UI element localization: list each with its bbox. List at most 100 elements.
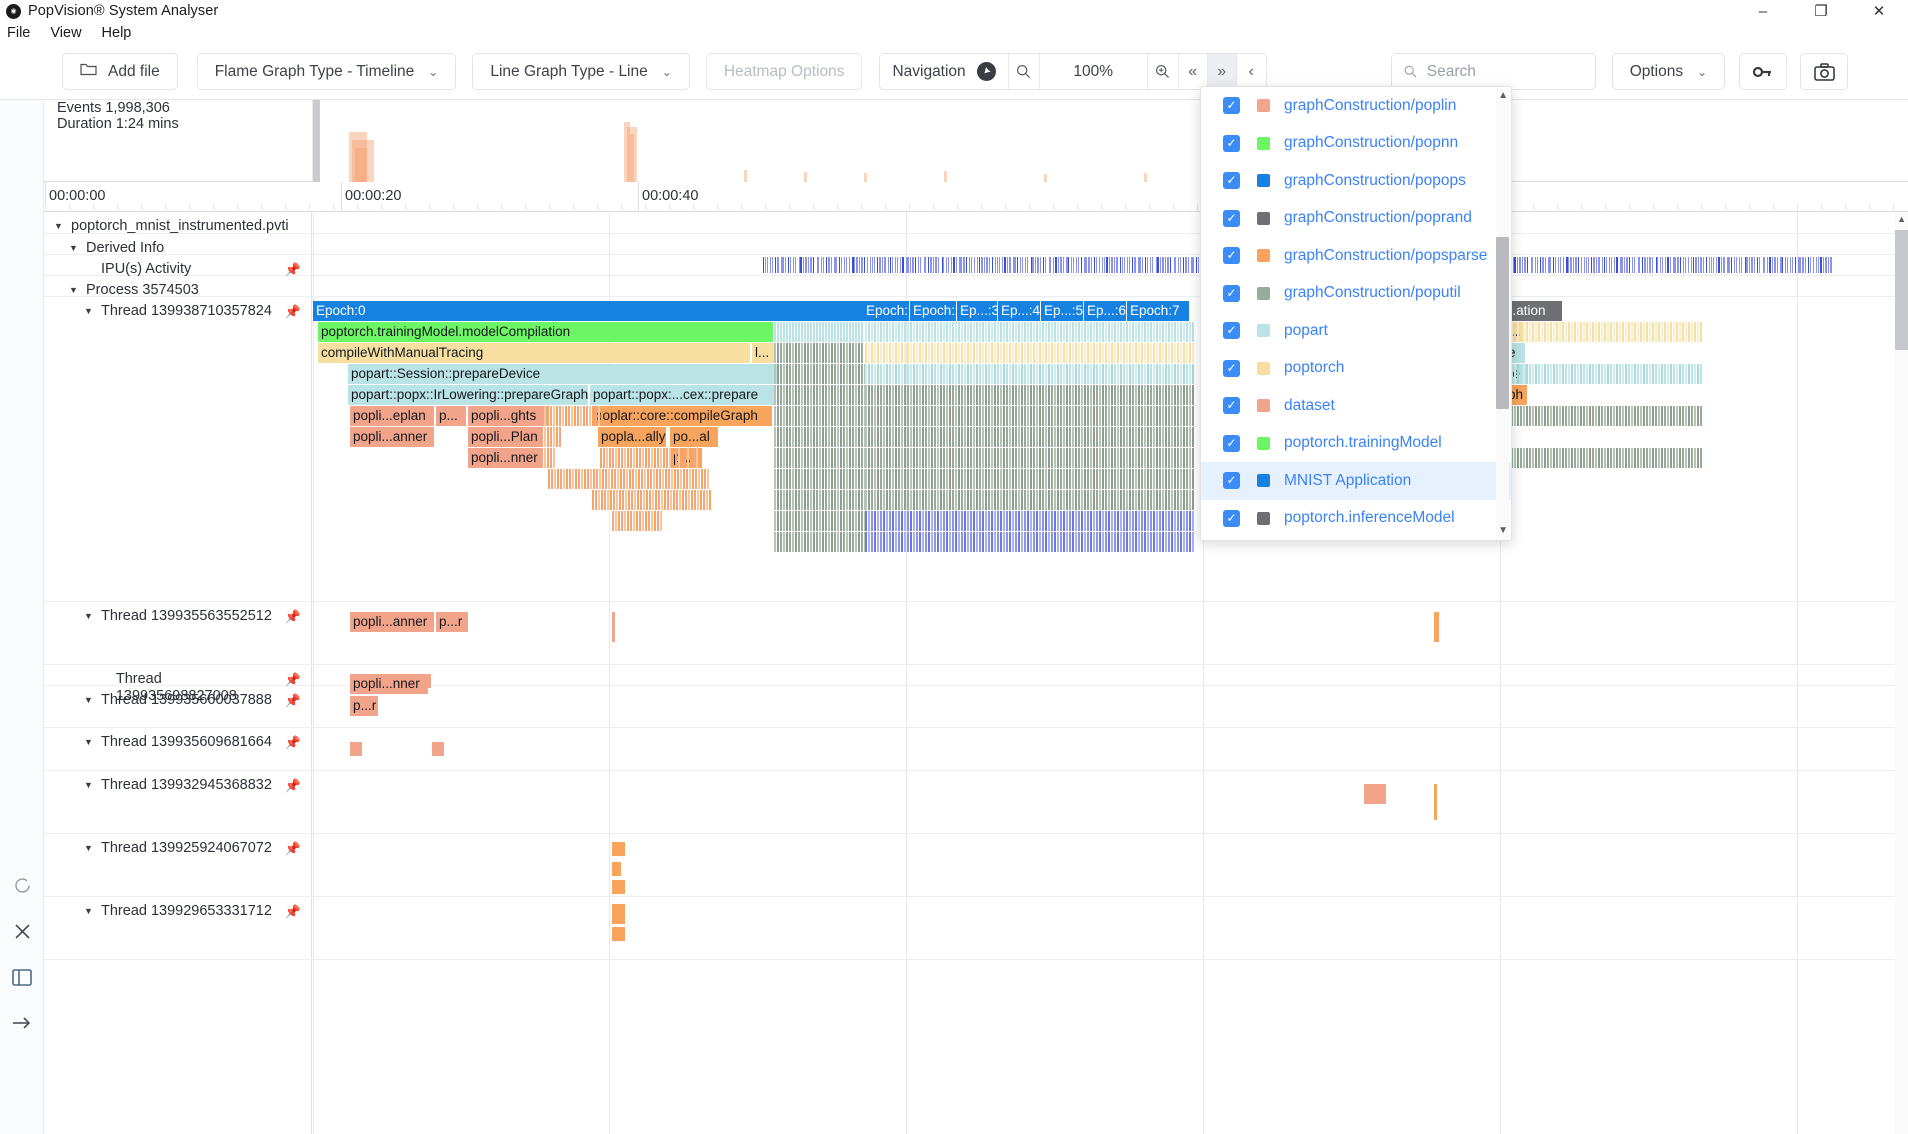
zoom-out-button[interactable] xyxy=(1009,54,1040,89)
search-input[interactable] xyxy=(1427,63,1583,81)
refresh-icon[interactable] xyxy=(0,862,44,908)
legend-checkbox[interactable]: ✓ xyxy=(1223,397,1240,414)
legend-checkbox[interactable]: ✓ xyxy=(1223,135,1240,152)
legend-item[interactable]: ✓graphConstruction/poplin xyxy=(1201,87,1511,125)
legend-checkbox[interactable]: ✓ xyxy=(1223,360,1240,377)
legend-scrollbar-thumb[interactable] xyxy=(1496,237,1509,409)
line-graph-type-dropdown[interactable]: Line Graph Type - Line ⌄ xyxy=(472,53,689,90)
flame-block[interactable]: po...al xyxy=(670,427,718,447)
menu-item-file[interactable]: File xyxy=(0,25,40,41)
legend-scroll-down-icon[interactable]: ▼ xyxy=(1498,525,1508,536)
options-dropdown[interactable]: Options ⌄ xyxy=(1612,53,1725,90)
key-button[interactable] xyxy=(1739,53,1787,90)
flame-block[interactable]: Epoch:2 xyxy=(910,301,956,321)
legend-checkbox[interactable]: ✓ xyxy=(1223,285,1240,302)
tree-row[interactable]: ▼Derived Info xyxy=(44,234,312,255)
tree-row[interactable]: ▼Thread 139935609681664📌 xyxy=(44,728,312,771)
pin-icon[interactable]: 📌 xyxy=(285,608,301,625)
caret-down-icon[interactable]: ▼ xyxy=(84,692,97,709)
flame-block[interactable]: popart::popx:...cex::prepare xyxy=(590,385,776,405)
nav-prev-button[interactable]: « xyxy=(1179,54,1208,89)
legend-checkbox[interactable]: ✓ xyxy=(1223,472,1240,489)
canvas-scrollbar-thumb[interactable] xyxy=(1895,230,1908,350)
nav-collapse-button[interactable]: ‹ xyxy=(1237,54,1266,89)
flame-block[interactable]: popli...Plan xyxy=(468,427,543,447)
menu-item-help[interactable]: Help xyxy=(92,25,142,41)
search-box[interactable] xyxy=(1391,53,1596,90)
flame-block[interactable]: popli...eplan xyxy=(350,406,434,426)
legend-checkbox[interactable]: ✓ xyxy=(1223,172,1240,189)
flame-block[interactable]: Epoch:0 xyxy=(313,301,863,321)
pin-icon[interactable]: 📌 xyxy=(285,692,301,709)
flame-block[interactable]: Ep...:5 xyxy=(1041,301,1083,321)
tree-row[interactable]: Thread 139935698827008📌 xyxy=(44,665,312,686)
panel-icon[interactable] xyxy=(0,954,44,1000)
flame-block[interactable]: Ep...:3 xyxy=(957,301,997,321)
legend-item[interactable]: ✓graphConstruction/popops xyxy=(1201,162,1511,200)
zoom-in-button[interactable] xyxy=(1148,54,1179,89)
caret-down-icon[interactable]: ▼ xyxy=(84,608,97,625)
canvas-scrollbar[interactable] xyxy=(1895,212,1908,1134)
close-icon[interactable] xyxy=(0,908,44,954)
flame-block[interactable]: popart::Session::prepareDevice xyxy=(348,364,778,384)
maximize-button[interactable]: ❐ xyxy=(1792,0,1850,22)
tree-row[interactable]: ▼poptorch_mnist_instrumented.pvti xyxy=(44,212,312,234)
flame-graph-type-dropdown[interactable]: Flame Graph Type - Timeline ⌄ xyxy=(197,53,457,90)
legend-dropdown[interactable]: ✓graphConstruction/poplin✓graphConstruct… xyxy=(1200,86,1512,541)
legend-scroll-up-icon[interactable]: ▲ xyxy=(1498,90,1508,101)
pin-icon[interactable]: 📌 xyxy=(285,777,301,794)
pin-icon[interactable]: 📌 xyxy=(285,734,301,751)
overview-strip[interactable]: Events 1,998,306 Duration 1:24 mins xyxy=(44,100,1908,182)
tree-row[interactable]: ▼Thread 139935660037888📌 xyxy=(44,686,312,728)
legend-item[interactable]: ✓graphConstruction/popsparse xyxy=(1201,237,1511,275)
flame-block[interactable]: compileWithManualTracing xyxy=(318,343,750,363)
legend-checkbox[interactable]: ✓ xyxy=(1223,435,1240,452)
close-button[interactable]: ✕ xyxy=(1850,0,1908,22)
flame-block[interactable]: Epoch:1 xyxy=(863,301,909,321)
flame-block[interactable]: Ep...:6 xyxy=(1084,301,1126,321)
menu-item-view[interactable]: View xyxy=(40,25,91,41)
legend-item[interactable]: ✓poptorch.inferenceModel xyxy=(1201,500,1511,538)
canvas-scroll-up-icon[interactable]: ▲ xyxy=(1897,214,1906,224)
flame-block[interactable]: p...r xyxy=(436,612,468,632)
legend-item[interactable]: ✓popart xyxy=(1201,312,1511,350)
tree-row[interactable]: ▼Thread 139938710357824📌 xyxy=(44,297,312,602)
legend-checkbox[interactable]: ✓ xyxy=(1223,322,1240,339)
caret-down-icon[interactable]: ▼ xyxy=(84,303,97,320)
caret-down-icon[interactable]: ▼ xyxy=(84,777,97,794)
tree-row[interactable]: ▼Thread 139929653331712📌 xyxy=(44,897,312,960)
caret-down-icon[interactable]: ▼ xyxy=(54,218,67,235)
legend-item[interactable]: ✓graphConstruction/popnn xyxy=(1201,125,1511,163)
flame-block[interactable]: Ep...:4 xyxy=(998,301,1040,321)
flame-block[interactable]: poplar::core::compileGraph xyxy=(592,406,772,426)
timeline-ruler[interactable]: 00:00:0000:00:2000:00:4000:01:20 xyxy=(44,182,1908,212)
zoom-level-value[interactable]: 100% xyxy=(1040,54,1148,89)
legend-item[interactable]: ✓graphConstruction/poprand xyxy=(1201,200,1511,238)
legend-item[interactable]: ✓MNIST Application xyxy=(1201,462,1511,500)
navigation-button[interactable]: Navigation xyxy=(880,54,1008,89)
legend-checkbox[interactable]: ✓ xyxy=(1223,510,1240,527)
legend-item[interactable]: ✓dataset xyxy=(1201,387,1511,425)
tree-row[interactable]: ▼Thread 139932945368832📌 xyxy=(44,771,312,834)
legend-item[interactable]: ✓poptorch xyxy=(1201,350,1511,388)
flame-block[interactable]: Epoch:7 xyxy=(1127,301,1189,321)
tree-row[interactable]: ▼Thread 139925924067072📌 xyxy=(44,834,312,897)
legend-checkbox[interactable]: ✓ xyxy=(1223,247,1240,264)
legend-item[interactable]: ✓poptorch.trainingModel xyxy=(1201,425,1511,463)
flame-block[interactable]: l... xyxy=(752,343,774,363)
flame-block[interactable]: popli...nner xyxy=(350,674,428,694)
flame-block[interactable]: popli...ghts xyxy=(468,406,548,426)
flame-block[interactable]: popli...anner xyxy=(350,427,434,447)
pin-icon[interactable]: 📌 xyxy=(285,840,301,857)
tree-row[interactable]: ▼Process 3574503 xyxy=(44,276,312,297)
pin-icon[interactable]: 📌 xyxy=(285,303,301,320)
caret-down-icon[interactable]: ▼ xyxy=(84,903,97,920)
tree-row[interactable]: IPU(s) Activity📌 xyxy=(44,255,312,276)
flame-block[interactable]: popli...nner xyxy=(468,448,543,468)
flame-block[interactable]: popart::popx::IrLowering::prepareGraph xyxy=(348,385,588,405)
tree-row[interactable]: ▼Thread 139935563552512📌 xyxy=(44,602,312,665)
arrow-right-icon[interactable] xyxy=(0,1000,44,1046)
legend-checkbox[interactable]: ✓ xyxy=(1223,210,1240,227)
heatmap-options-button[interactable]: Heatmap Options xyxy=(706,53,863,90)
caret-down-icon[interactable]: ▼ xyxy=(84,734,97,751)
